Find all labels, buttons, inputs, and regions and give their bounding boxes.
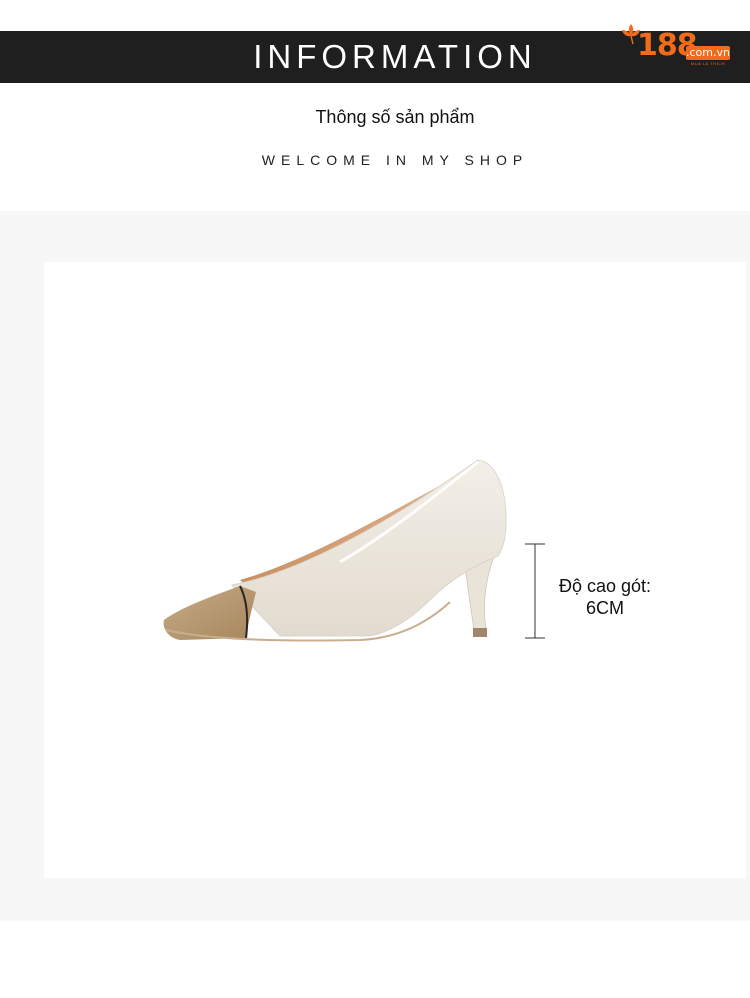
welcome-text: WELCOME IN MY SHOP — [261, 152, 529, 168]
product-spec-title: Thông số sản phẩm — [315, 107, 475, 127]
height-bracket-icon — [525, 543, 545, 639]
logo[interactable]: 188 .com.vn MUA LÀ THÍCH — [619, 22, 735, 68]
logo-domain: .com.vn — [686, 46, 730, 60]
logo-tagline: MUA LÀ THÍCH — [691, 61, 725, 66]
shoe-image — [163, 459, 507, 642]
heel-height-label: Độ cao gót: 6CM — [558, 576, 652, 618]
